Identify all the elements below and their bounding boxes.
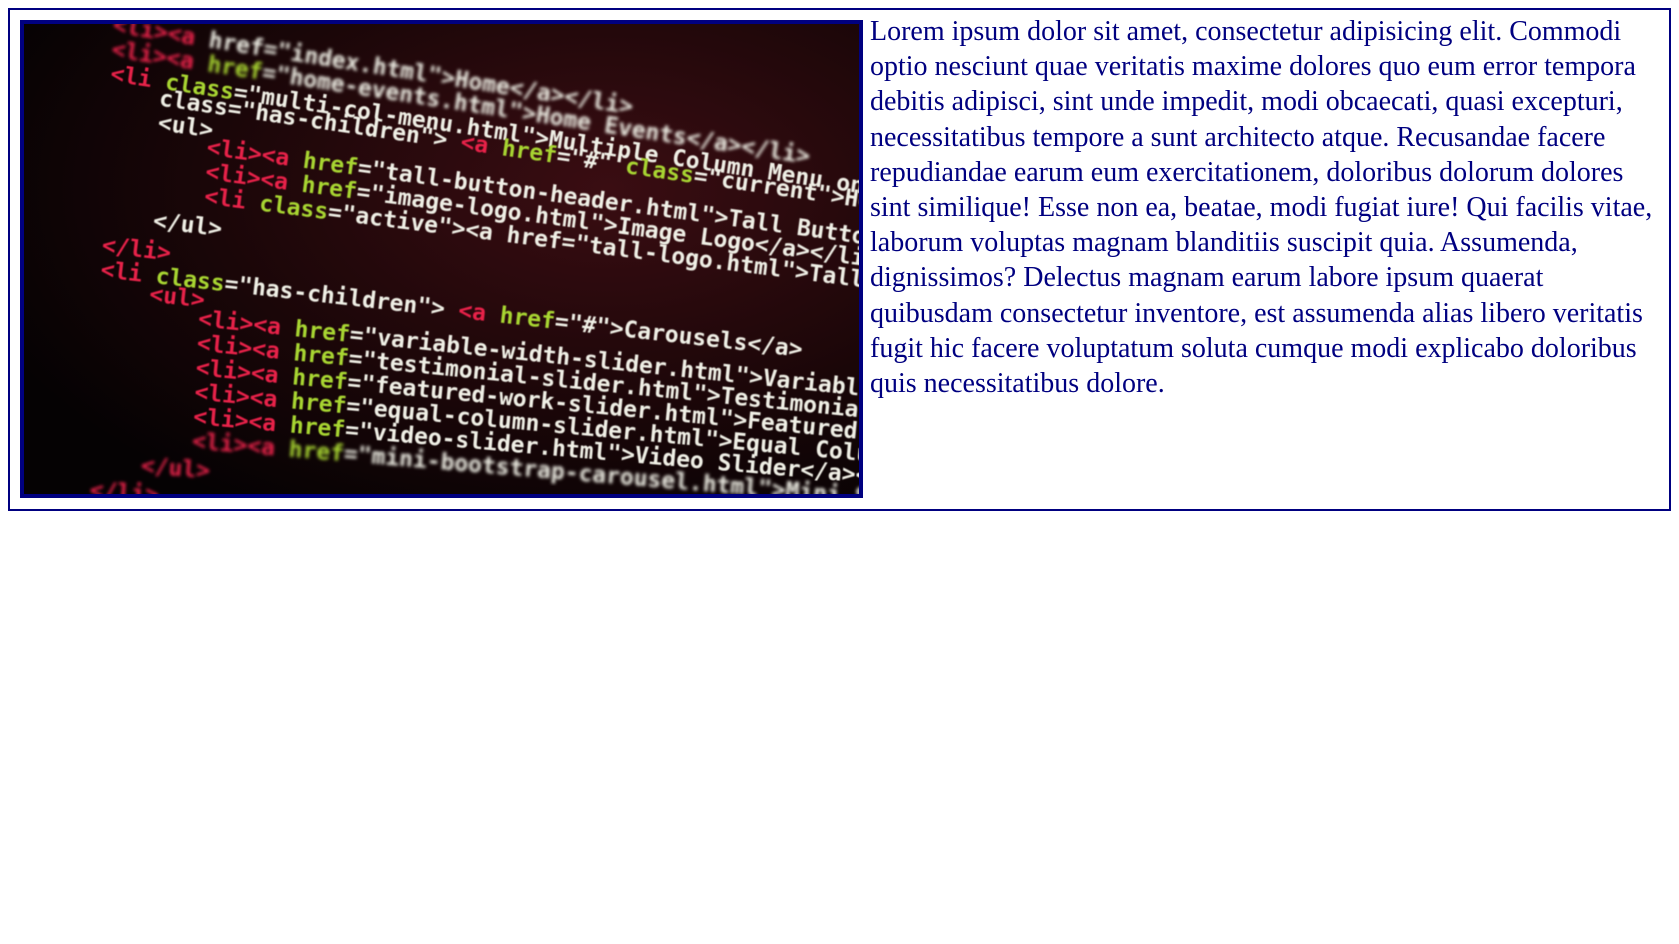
code-photo-graphic: <li><a href="index.html">Home</a></li><l…: [24, 24, 859, 494]
code-token: </ul>: [140, 453, 211, 484]
description-paragraph: Lorem ipsum dolor sit amet, consectetur …: [870, 16, 1653, 400]
code-line: </ul>: [140, 453, 211, 484]
code-token: <a: [457, 298, 501, 329]
code-token: href: [288, 437, 345, 467]
code-screenshot-photo: <li><a href="index.html">Home</a></li> <l…: [20, 20, 863, 498]
content-card: <li><a href="index.html">Home</a></li> <l…: [8, 8, 1671, 511]
